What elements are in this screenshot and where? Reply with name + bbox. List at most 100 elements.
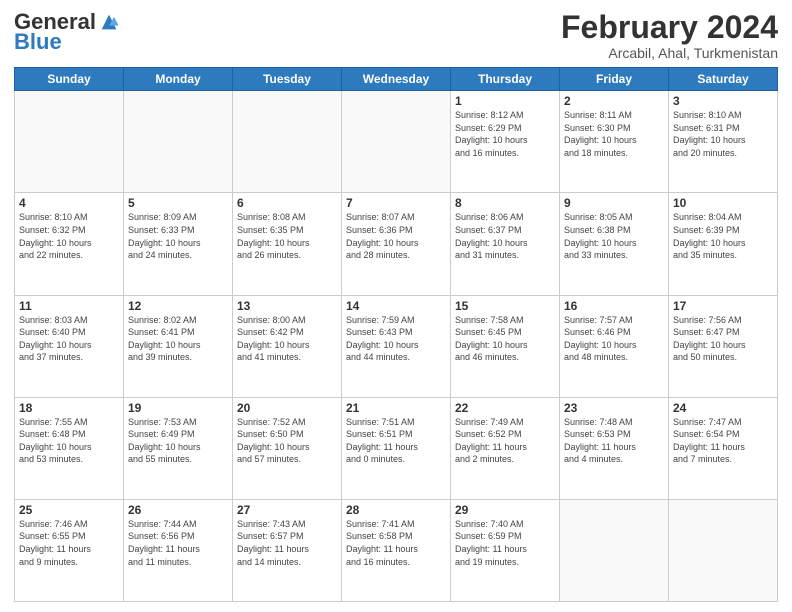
calendar-cell: 16Sunrise: 7:57 AM Sunset: 6:46 PM Dayli… [560, 295, 669, 397]
day-info: Sunrise: 7:52 AM Sunset: 6:50 PM Dayligh… [237, 416, 337, 466]
calendar-week-0: 1Sunrise: 8:12 AM Sunset: 6:29 PM Daylig… [15, 91, 778, 193]
day-number: 23 [564, 401, 664, 415]
day-number: 19 [128, 401, 228, 415]
calendar-cell [560, 499, 669, 601]
day-number: 13 [237, 299, 337, 313]
day-info: Sunrise: 8:07 AM Sunset: 6:36 PM Dayligh… [346, 211, 446, 261]
logo: General Blue [14, 10, 120, 54]
calendar-cell: 20Sunrise: 7:52 AM Sunset: 6:50 PM Dayli… [233, 397, 342, 499]
calendar-cell: 18Sunrise: 7:55 AM Sunset: 6:48 PM Dayli… [15, 397, 124, 499]
calendar-week-1: 4Sunrise: 8:10 AM Sunset: 6:32 PM Daylig… [15, 193, 778, 295]
calendar-cell: 3Sunrise: 8:10 AM Sunset: 6:31 PM Daylig… [669, 91, 778, 193]
day-info: Sunrise: 8:05 AM Sunset: 6:38 PM Dayligh… [564, 211, 664, 261]
day-info: Sunrise: 7:57 AM Sunset: 6:46 PM Dayligh… [564, 314, 664, 364]
calendar-header-monday: Monday [124, 68, 233, 91]
calendar-header-friday: Friday [560, 68, 669, 91]
page: General Blue February 2024 Arcabil, Ahal… [0, 0, 792, 612]
calendar-header-row: SundayMondayTuesdayWednesdayThursdayFrid… [15, 68, 778, 91]
day-number: 27 [237, 503, 337, 517]
calendar-cell: 19Sunrise: 7:53 AM Sunset: 6:49 PM Dayli… [124, 397, 233, 499]
header-right: February 2024 Arcabil, Ahal, Turkmenista… [561, 10, 778, 61]
day-number: 29 [455, 503, 555, 517]
day-number: 5 [128, 196, 228, 210]
day-number: 28 [346, 503, 446, 517]
calendar-cell: 2Sunrise: 8:11 AM Sunset: 6:30 PM Daylig… [560, 91, 669, 193]
day-number: 7 [346, 196, 446, 210]
day-number: 18 [19, 401, 119, 415]
calendar-cell: 8Sunrise: 8:06 AM Sunset: 6:37 PM Daylig… [451, 193, 560, 295]
day-number: 8 [455, 196, 555, 210]
day-info: Sunrise: 7:58 AM Sunset: 6:45 PM Dayligh… [455, 314, 555, 364]
calendar-cell: 4Sunrise: 8:10 AM Sunset: 6:32 PM Daylig… [15, 193, 124, 295]
day-info: Sunrise: 7:44 AM Sunset: 6:56 PM Dayligh… [128, 518, 228, 568]
day-number: 15 [455, 299, 555, 313]
calendar-cell: 10Sunrise: 8:04 AM Sunset: 6:39 PM Dayli… [669, 193, 778, 295]
day-info: Sunrise: 8:10 AM Sunset: 6:32 PM Dayligh… [19, 211, 119, 261]
calendar-cell: 24Sunrise: 7:47 AM Sunset: 6:54 PM Dayli… [669, 397, 778, 499]
day-info: Sunrise: 7:49 AM Sunset: 6:52 PM Dayligh… [455, 416, 555, 466]
calendar-cell: 5Sunrise: 8:09 AM Sunset: 6:33 PM Daylig… [124, 193, 233, 295]
calendar-cell: 27Sunrise: 7:43 AM Sunset: 6:57 PM Dayli… [233, 499, 342, 601]
day-number: 10 [673, 196, 773, 210]
day-info: Sunrise: 7:46 AM Sunset: 6:55 PM Dayligh… [19, 518, 119, 568]
day-info: Sunrise: 7:47 AM Sunset: 6:54 PM Dayligh… [673, 416, 773, 466]
day-info: Sunrise: 8:03 AM Sunset: 6:40 PM Dayligh… [19, 314, 119, 364]
day-info: Sunrise: 7:43 AM Sunset: 6:57 PM Dayligh… [237, 518, 337, 568]
calendar-cell: 21Sunrise: 7:51 AM Sunset: 6:51 PM Dayli… [342, 397, 451, 499]
day-number: 17 [673, 299, 773, 313]
day-info: Sunrise: 8:06 AM Sunset: 6:37 PM Dayligh… [455, 211, 555, 261]
day-info: Sunrise: 8:00 AM Sunset: 6:42 PM Dayligh… [237, 314, 337, 364]
calendar-cell: 11Sunrise: 8:03 AM Sunset: 6:40 PM Dayli… [15, 295, 124, 397]
day-number: 25 [19, 503, 119, 517]
calendar-cell: 6Sunrise: 8:08 AM Sunset: 6:35 PM Daylig… [233, 193, 342, 295]
calendar-cell: 7Sunrise: 8:07 AM Sunset: 6:36 PM Daylig… [342, 193, 451, 295]
calendar-week-2: 11Sunrise: 8:03 AM Sunset: 6:40 PM Dayli… [15, 295, 778, 397]
calendar-cell [342, 91, 451, 193]
day-number: 9 [564, 196, 664, 210]
day-number: 20 [237, 401, 337, 415]
day-info: Sunrise: 7:53 AM Sunset: 6:49 PM Dayligh… [128, 416, 228, 466]
day-number: 4 [19, 196, 119, 210]
calendar-cell: 26Sunrise: 7:44 AM Sunset: 6:56 PM Dayli… [124, 499, 233, 601]
day-info: Sunrise: 7:56 AM Sunset: 6:47 PM Dayligh… [673, 314, 773, 364]
day-info: Sunrise: 7:59 AM Sunset: 6:43 PM Dayligh… [346, 314, 446, 364]
day-info: Sunrise: 7:48 AM Sunset: 6:53 PM Dayligh… [564, 416, 664, 466]
calendar-header-tuesday: Tuesday [233, 68, 342, 91]
calendar-header-saturday: Saturday [669, 68, 778, 91]
day-number: 14 [346, 299, 446, 313]
calendar-header-sunday: Sunday [15, 68, 124, 91]
day-number: 1 [455, 94, 555, 108]
calendar-cell [233, 91, 342, 193]
day-info: Sunrise: 8:12 AM Sunset: 6:29 PM Dayligh… [455, 109, 555, 159]
calendar-week-3: 18Sunrise: 7:55 AM Sunset: 6:48 PM Dayli… [15, 397, 778, 499]
calendar-cell: 22Sunrise: 7:49 AM Sunset: 6:52 PM Dayli… [451, 397, 560, 499]
day-number: 11 [19, 299, 119, 313]
calendar-cell: 15Sunrise: 7:58 AM Sunset: 6:45 PM Dayli… [451, 295, 560, 397]
calendar-cell: 1Sunrise: 8:12 AM Sunset: 6:29 PM Daylig… [451, 91, 560, 193]
logo-icon [98, 11, 120, 33]
calendar-cell: 23Sunrise: 7:48 AM Sunset: 6:53 PM Dayli… [560, 397, 669, 499]
day-info: Sunrise: 8:09 AM Sunset: 6:33 PM Dayligh… [128, 211, 228, 261]
header: General Blue February 2024 Arcabil, Ahal… [14, 10, 778, 61]
calendar-cell [124, 91, 233, 193]
calendar-cell: 29Sunrise: 7:40 AM Sunset: 6:59 PM Dayli… [451, 499, 560, 601]
day-info: Sunrise: 8:08 AM Sunset: 6:35 PM Dayligh… [237, 211, 337, 261]
day-number: 6 [237, 196, 337, 210]
day-info: Sunrise: 8:02 AM Sunset: 6:41 PM Dayligh… [128, 314, 228, 364]
day-info: Sunrise: 8:04 AM Sunset: 6:39 PM Dayligh… [673, 211, 773, 261]
day-info: Sunrise: 7:55 AM Sunset: 6:48 PM Dayligh… [19, 416, 119, 466]
calendar-header-wednesday: Wednesday [342, 68, 451, 91]
calendar-cell: 14Sunrise: 7:59 AM Sunset: 6:43 PM Dayli… [342, 295, 451, 397]
day-info: Sunrise: 7:51 AM Sunset: 6:51 PM Dayligh… [346, 416, 446, 466]
day-number: 12 [128, 299, 228, 313]
day-info: Sunrise: 8:11 AM Sunset: 6:30 PM Dayligh… [564, 109, 664, 159]
day-number: 21 [346, 401, 446, 415]
calendar-header-thursday: Thursday [451, 68, 560, 91]
calendar-cell [15, 91, 124, 193]
calendar-cell: 9Sunrise: 8:05 AM Sunset: 6:38 PM Daylig… [560, 193, 669, 295]
calendar-table: SundayMondayTuesdayWednesdayThursdayFrid… [14, 67, 778, 602]
calendar-cell: 13Sunrise: 8:00 AM Sunset: 6:42 PM Dayli… [233, 295, 342, 397]
day-number: 16 [564, 299, 664, 313]
calendar-cell: 28Sunrise: 7:41 AM Sunset: 6:58 PM Dayli… [342, 499, 451, 601]
calendar-cell [669, 499, 778, 601]
